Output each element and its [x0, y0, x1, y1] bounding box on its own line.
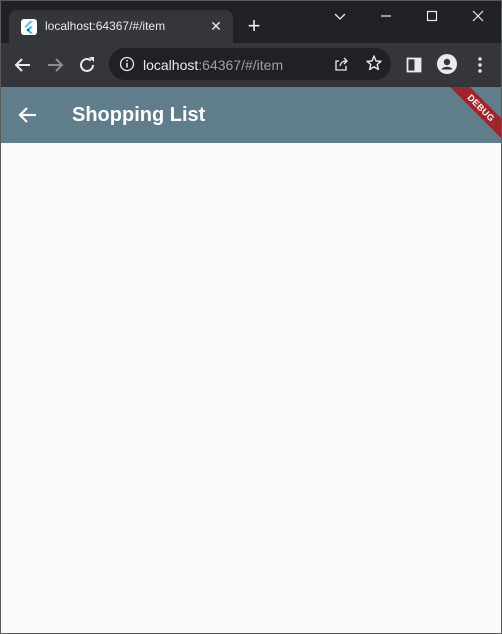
- debug-banner-container: DEBUG: [441, 87, 501, 143]
- bookmark-star-icon[interactable]: [365, 54, 383, 72]
- tab-title: localhost:64367/#/item: [45, 19, 166, 33]
- minimize-icon[interactable]: [376, 6, 396, 26]
- share-icon[interactable]: [333, 56, 349, 72]
- info-icon[interactable]: [119, 56, 135, 72]
- back-icon[interactable]: [12, 54, 34, 76]
- side-panel-icon[interactable]: [406, 57, 422, 73]
- url-text[interactable]: localhost:64367/#/item: [143, 57, 283, 73]
- back-arrow-icon[interactable]: [17, 104, 39, 126]
- page-body: [1, 143, 501, 633]
- flutter-icon: [21, 19, 37, 35]
- debug-banner: DEBUG: [444, 87, 501, 143]
- address-bar[interactable]: localhost:64367/#/item: [109, 48, 391, 80]
- browser-tab[interactable]: localhost:64367/#/item ✕: [9, 10, 233, 43]
- reload-icon[interactable]: [76, 54, 98, 76]
- title-bar: localhost:64367/#/item ✕ +: [1, 1, 501, 43]
- forward-icon: [44, 54, 66, 76]
- url-host: localhost: [143, 57, 199, 73]
- url-path: :64367/#/item: [198, 57, 284, 73]
- page-title: Shopping List: [72, 104, 206, 126]
- app-bar: Shopping List: [1, 87, 501, 143]
- close-icon[interactable]: [468, 6, 488, 26]
- new-tab-button[interactable]: +: [244, 15, 264, 37]
- maximize-icon[interactable]: [422, 6, 442, 26]
- browser-toolbar: localhost:64367/#/item: [1, 43, 501, 87]
- tab-close-button[interactable]: ✕: [207, 17, 225, 35]
- browser-window: localhost:64367/#/item ✕ + localhost:643…: [0, 0, 502, 634]
- more-menu-icon[interactable]: [471, 55, 489, 75]
- chevron-down-icon[interactable]: [330, 6, 350, 26]
- profile-avatar-icon[interactable]: [437, 54, 457, 74]
